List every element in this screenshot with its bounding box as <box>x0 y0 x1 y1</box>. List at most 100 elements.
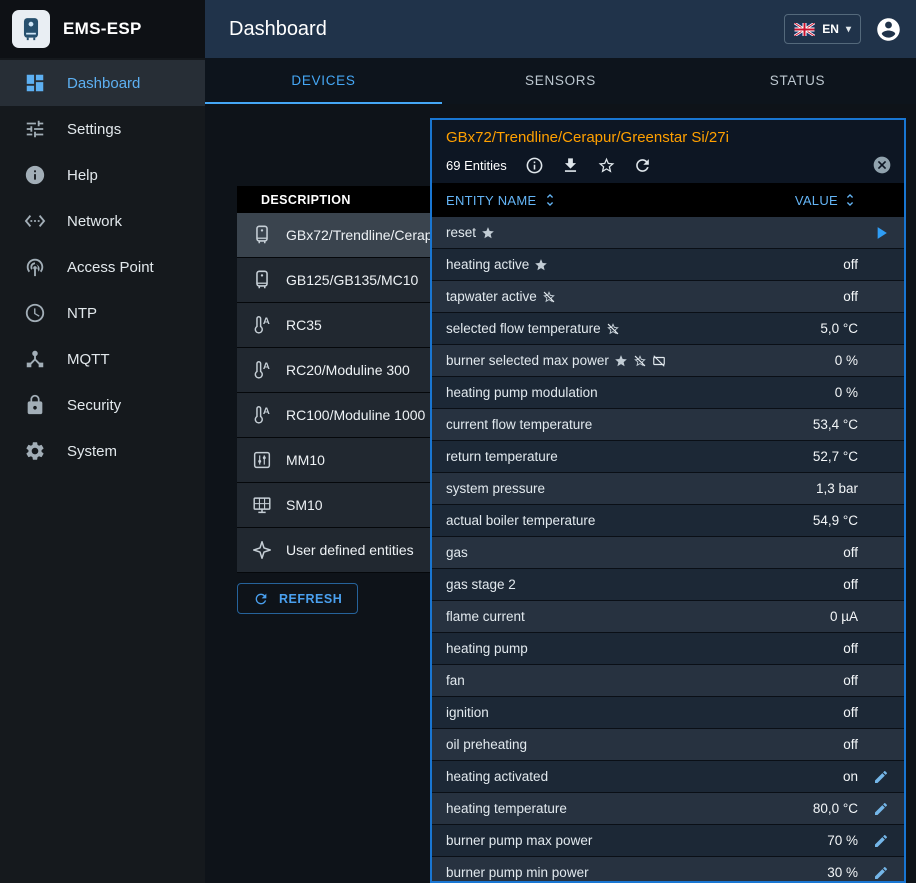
entity-row[interactable]: burner pump min power 30 % <box>432 857 904 883</box>
edit-icon[interactable] <box>873 801 889 817</box>
language-selector[interactable]: EN ▾ <box>784 14 861 44</box>
page-title: Dashboard <box>229 18 327 41</box>
run-command-icon[interactable] <box>871 223 891 243</box>
refresh-button[interactable]: REFRESH <box>237 583 358 614</box>
entity-name: tapwater active <box>446 289 537 304</box>
device-name: RC35 <box>286 317 322 333</box>
entity-row[interactable]: actual boiler temperature 54,9 °C <box>432 505 904 537</box>
ems-esp-app: EMS-ESP Dashboard Settings Help Network … <box>0 0 916 883</box>
favorite-star-icon <box>614 354 628 368</box>
sidebar-item-system[interactable]: System <box>0 428 205 474</box>
entity-row[interactable]: ignition off <box>432 697 904 729</box>
star-off-icon <box>633 354 647 368</box>
refresh-icon[interactable] <box>633 156 652 175</box>
sidebar-item-security[interactable]: Security <box>0 382 205 428</box>
sidebar-item-network[interactable]: Network <box>0 198 205 244</box>
entity-row[interactable]: flame current 0 µA <box>432 601 904 633</box>
entity-value: off <box>489 705 858 720</box>
entity-row[interactable]: gas off <box>432 537 904 569</box>
tab-label: STATUS <box>770 73 825 88</box>
entity-name: burner pump max power <box>446 833 592 848</box>
device-type-icon: A <box>251 314 273 336</box>
device-type-icon <box>251 224 273 246</box>
entity-value: 1,3 bar <box>545 481 858 496</box>
device-type-icon <box>251 539 273 561</box>
sidebar-item-help[interactable]: Help <box>0 152 205 198</box>
entity-row[interactable]: heating temperature 80,0 °C <box>432 793 904 825</box>
entity-value: 0 µA <box>525 609 858 624</box>
sort-by-value[interactable]: VALUE <box>558 192 858 208</box>
entity-row[interactable]: oil preheating off <box>432 729 904 761</box>
entity-row[interactable]: selected flow temperature 5,0 °C <box>432 313 904 345</box>
entity-value: 0 % <box>666 353 858 368</box>
device-type-icon: A <box>251 359 273 381</box>
sidebar-item-mqtt[interactable]: MQTT <box>0 336 205 382</box>
entity-row[interactable]: burner pump max power 70 % <box>432 825 904 857</box>
entity-value: 30 % <box>589 865 858 880</box>
edit-icon[interactable] <box>873 769 889 785</box>
star-off-icon <box>542 290 556 304</box>
sidebar-item-label: Settings <box>67 121 121 138</box>
sidebar-item-label: Dashboard <box>67 75 140 92</box>
entity-name: ignition <box>446 705 489 720</box>
entity-value: 54,9 °C <box>595 513 858 528</box>
device-name: SM10 <box>286 497 323 513</box>
sidebar-item-access-point[interactable]: Access Point <box>0 244 205 290</box>
entity-row[interactable]: tapwater active off <box>432 281 904 313</box>
entity-row[interactable]: burner selected max power 0 % <box>432 345 904 377</box>
thermostat-icon: A <box>251 359 273 381</box>
entity-name: system pressure <box>446 481 545 496</box>
entity-row[interactable]: heating active off <box>432 249 904 281</box>
entity-value: off <box>556 289 858 304</box>
device-hub-icon <box>24 348 46 370</box>
star-off-icon <box>606 322 620 336</box>
entity-row[interactable]: current flow temperature 53,4 °C <box>432 409 904 441</box>
entity-row[interactable]: heating pump modulation 0 % <box>432 377 904 409</box>
entity-row[interactable]: return temperature 52,7 °C <box>432 441 904 473</box>
top-bar: Dashboard EN ▾ <box>205 0 916 58</box>
favorite-star-icon <box>534 258 548 272</box>
entity-row[interactable]: fan off <box>432 665 904 697</box>
favorites-star-icon[interactable] <box>597 156 616 175</box>
entity-row[interactable]: gas stage 2 off <box>432 569 904 601</box>
entity-name: gas <box>446 545 468 560</box>
entity-name: return temperature <box>446 449 558 464</box>
tab-sensors[interactable]: SENSORS <box>442 58 679 104</box>
entity-value: off <box>548 257 858 272</box>
entity-name: flame current <box>446 609 525 624</box>
entity-row[interactable]: system pressure 1,3 bar <box>432 473 904 505</box>
entity-value: off <box>516 577 858 592</box>
mixer-module-icon <box>251 449 273 471</box>
device-type-icon: A <box>251 404 273 426</box>
boiler-icon <box>251 269 273 291</box>
thermostat-icon: A <box>251 314 273 336</box>
sort-by-name[interactable]: ENTITY NAME <box>446 192 558 208</box>
entity-row[interactable]: reset <box>432 217 904 249</box>
entity-name: selected flow temperature <box>446 321 601 336</box>
sidebar-item-label: NTP <box>67 305 97 322</box>
clock-icon <box>24 302 46 324</box>
tab-devices[interactable]: DEVICES <box>205 58 442 104</box>
entity-name: heating pump <box>446 641 528 656</box>
edit-icon[interactable] <box>873 865 889 881</box>
sidebar-item-settings[interactable]: Settings <box>0 106 205 152</box>
entity-value: 52,7 °C <box>558 449 858 464</box>
sidebar-nav: Dashboard Settings Help Network Access P… <box>0 58 205 474</box>
account-icon[interactable] <box>875 16 902 43</box>
edit-icon[interactable] <box>873 833 889 849</box>
entity-value: 0 % <box>598 385 858 400</box>
device-name: MM10 <box>286 452 325 468</box>
sidebar-item-dashboard[interactable]: Dashboard <box>0 60 205 106</box>
boiler-logo-icon <box>12 10 50 48</box>
sidebar-item-label: Access Point <box>67 259 154 276</box>
close-icon[interactable] <box>872 155 892 175</box>
entity-row[interactable]: heating activated on <box>432 761 904 793</box>
entity-value: off <box>468 545 858 560</box>
content-area: DESCRIPTION GBx72/Trendline/Cerapur/Gree… <box>205 104 916 883</box>
download-icon[interactable] <box>561 156 580 175</box>
tab-status[interactable]: STATUS <box>679 58 916 104</box>
info-icon[interactable] <box>525 156 544 175</box>
entity-row[interactable]: heating pump off <box>432 633 904 665</box>
sidebar-item-ntp[interactable]: NTP <box>0 290 205 336</box>
device-name: RC20/Moduline 300 <box>286 362 410 378</box>
